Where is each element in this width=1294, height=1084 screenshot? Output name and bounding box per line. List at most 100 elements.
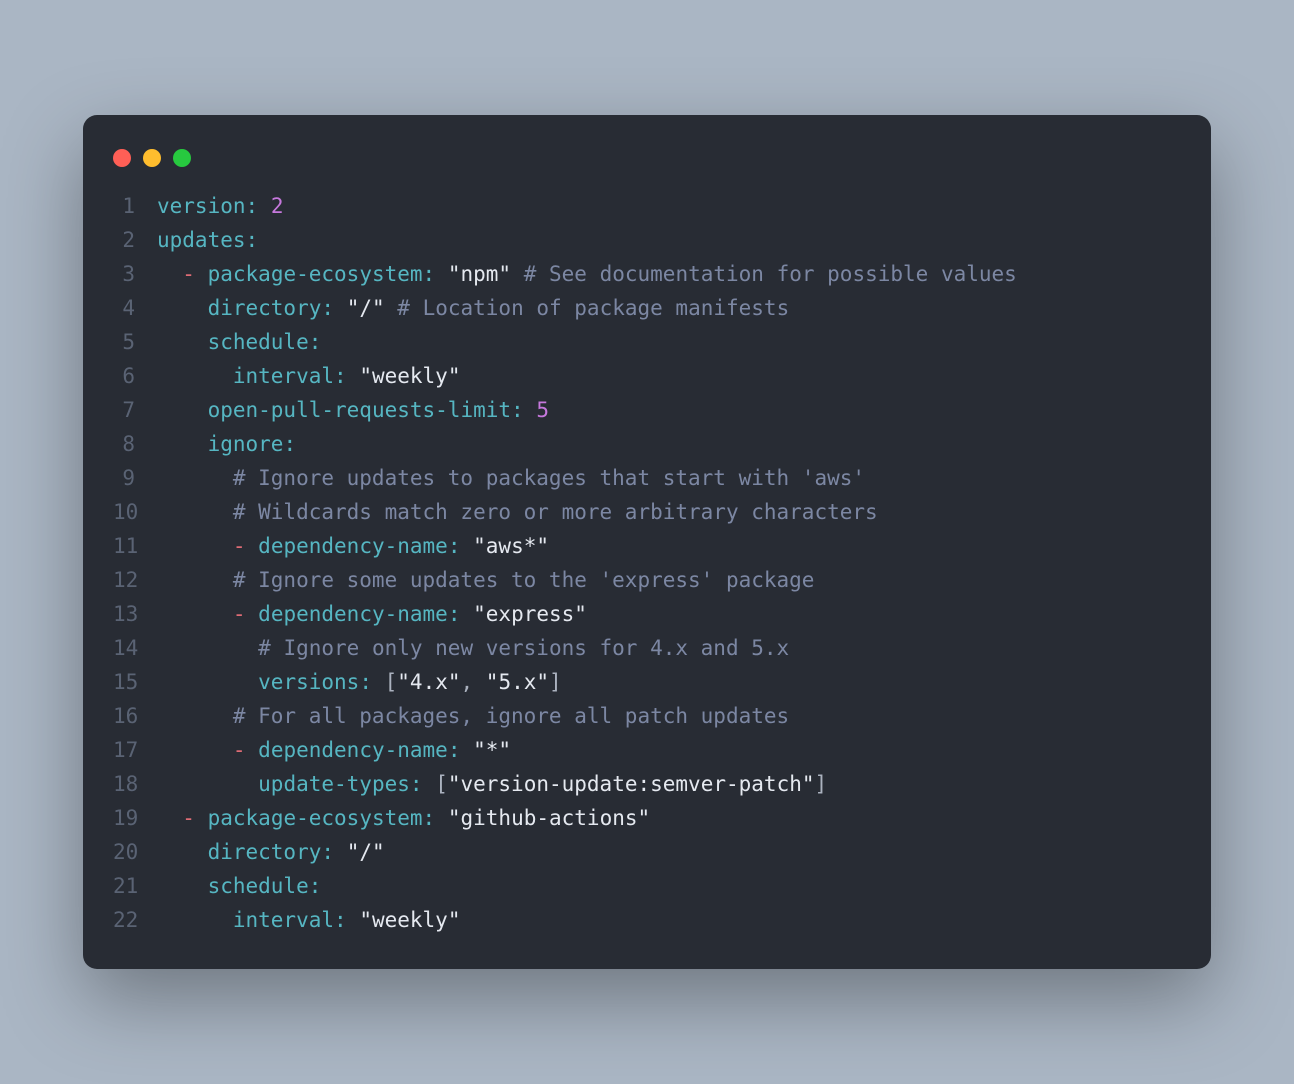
token-ws <box>372 670 385 694</box>
code-line: 11 - dependency-name: "aws*" <box>113 529 1181 563</box>
token-punct: : <box>410 772 423 796</box>
token-ws <box>460 738 473 762</box>
token-key: interval <box>233 364 334 388</box>
token-punct: : <box>283 432 296 456</box>
line-number: 10 <box>113 495 157 529</box>
token-key: directory <box>208 840 322 864</box>
line-number: 15 <box>113 665 157 699</box>
token-ws <box>246 738 259 762</box>
token-sep: ] <box>815 772 828 796</box>
token-ws <box>157 670 258 694</box>
code-editor[interactable]: 1version: 22 updates: 3 - package-ecosyste… <box>83 189 1211 937</box>
token-ws <box>157 534 233 558</box>
line-number: 20 <box>113 835 157 869</box>
token-ws <box>157 262 182 286</box>
token-ws <box>157 500 233 524</box>
code-line: 8 ignore: <box>113 427 1181 461</box>
token-num: 5 <box>536 398 549 422</box>
code-line: 3 - package-ecosystem: "npm" # See docum… <box>113 257 1181 291</box>
token-ws <box>157 568 233 592</box>
token-comment: # For all packages, ignore all patch upd… <box>233 704 789 728</box>
token-ws <box>195 262 208 286</box>
token-ws <box>435 806 448 830</box>
token-ws <box>157 398 208 422</box>
token-str: "/" <box>347 296 385 320</box>
code-line: 16 # For all packages, ignore all patch … <box>113 699 1181 733</box>
line-number: 4 <box>113 291 157 325</box>
token-ws <box>460 602 473 626</box>
token-punct: : <box>448 738 461 762</box>
code-line: 1version: 2 <box>113 189 1181 223</box>
code-content: schedule: <box>157 325 1181 359</box>
code-line: 10 # Wildcards match zero or more arbitr… <box>113 495 1181 529</box>
token-str: "5.x" <box>486 670 549 694</box>
code-content: interval: "weekly" <box>157 359 1181 393</box>
zoom-icon[interactable] <box>173 149 191 167</box>
code-content: # Ignore some updates to the 'express' p… <box>157 563 1181 597</box>
token-ws <box>157 874 208 898</box>
token-ws <box>435 262 448 286</box>
token-key: versions <box>258 670 359 694</box>
token-key: updates <box>157 228 246 252</box>
code-content: - package-ecosystem: "github-actions" <box>157 801 1181 835</box>
token-ws <box>334 296 347 320</box>
token-ws <box>157 432 208 456</box>
token-punct: : <box>321 296 334 320</box>
code-content: versions: ["4.x", "5.x"] <box>157 665 1181 699</box>
token-str: "github-actions" <box>448 806 650 830</box>
line-number: 5 <box>113 325 157 359</box>
token-comment: # Ignore some updates to the 'express' p… <box>233 568 815 592</box>
line-number: 6 <box>113 359 157 393</box>
line-number: 9 <box>113 461 157 495</box>
code-line: 6 interval: "weekly" <box>113 359 1181 393</box>
token-punct: : <box>448 602 461 626</box>
token-ws <box>347 364 360 388</box>
line-number: 11 <box>113 529 157 563</box>
token-punct: : <box>359 670 372 694</box>
token-dash: - <box>233 738 246 762</box>
token-key: dependency-name <box>258 738 448 762</box>
token-ws <box>157 296 208 320</box>
code-content: ignore: <box>157 427 1181 461</box>
close-icon[interactable] <box>113 149 131 167</box>
code-content: # Wildcards match zero or more arbitrary… <box>157 495 1181 529</box>
token-ws <box>157 738 233 762</box>
line-number: 7 <box>113 393 157 427</box>
token-ws <box>423 772 436 796</box>
line-number: 17 <box>113 733 157 767</box>
code-line: 7 open-pull-requests-limit: 5 <box>113 393 1181 427</box>
token-dash: - <box>182 806 195 830</box>
token-ws <box>157 636 258 660</box>
line-number: 14 <box>113 631 157 665</box>
token-punct: : <box>321 840 334 864</box>
editor-window: 1version: 22 updates: 3 - package-ecosyste… <box>83 115 1211 969</box>
token-ws <box>157 704 233 728</box>
token-ws <box>157 772 258 796</box>
line-number: 3 <box>113 257 157 291</box>
token-key: schedule <box>208 874 309 898</box>
token-ws <box>195 806 208 830</box>
token-punct: : <box>334 364 347 388</box>
line-number: 22 <box>113 903 157 937</box>
token-str: "npm" <box>448 262 511 286</box>
token-str: "weekly" <box>359 908 460 932</box>
token-ws <box>334 840 347 864</box>
line-number: 18 <box>113 767 157 801</box>
token-punct: : <box>511 398 524 422</box>
token-ws <box>157 330 208 354</box>
token-str: "4.x" <box>397 670 460 694</box>
token-key: dependency-name <box>258 602 448 626</box>
line-number: 16 <box>113 699 157 733</box>
token-punct: : <box>309 330 322 354</box>
token-str: "/" <box>347 840 385 864</box>
line-number: 13 <box>113 597 157 631</box>
code-line: 13 - dependency-name: "express" <box>113 597 1181 631</box>
token-num: 2 <box>271 194 284 218</box>
token-comment: # Ignore only new versions for 4.x and 5… <box>258 636 789 660</box>
minimize-icon[interactable] <box>143 149 161 167</box>
code-content: # For all packages, ignore all patch upd… <box>157 699 1181 733</box>
token-key: package-ecosystem <box>208 806 423 830</box>
token-ws <box>524 398 537 422</box>
token-dash: - <box>233 534 246 558</box>
token-key: version <box>157 194 246 218</box>
